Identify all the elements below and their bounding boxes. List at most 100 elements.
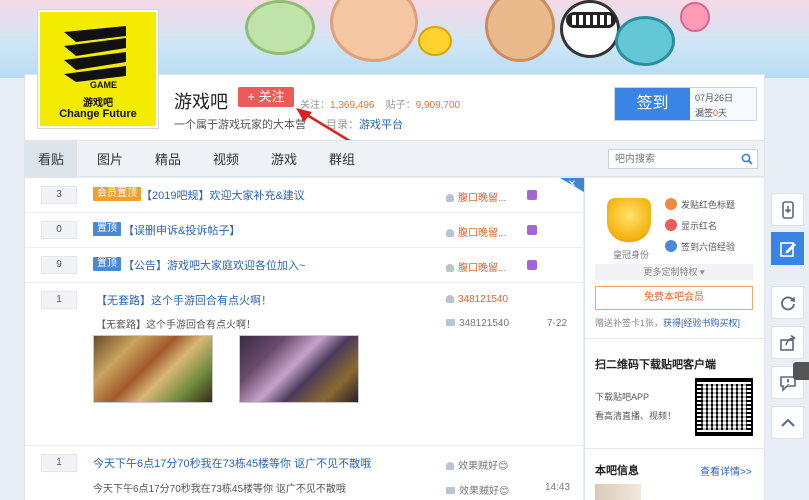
sign-date: 07月26日 <box>695 93 734 103</box>
share-button[interactable] <box>771 326 804 359</box>
member-badge-icon <box>527 225 537 235</box>
thread-tag: 置顶 <box>93 257 121 271</box>
new-post-button[interactable] <box>771 232 804 265</box>
crown-label: 皇冠身份 <box>613 250 650 260</box>
thread-author-name: 效果贼好😊 <box>458 461 509 472</box>
banner-duck <box>418 26 452 56</box>
reply-count: 1 <box>41 454 77 472</box>
banner-cartoon <box>330 0 418 62</box>
phone-download-icon <box>782 201 794 219</box>
thread-author[interactable]: 腹口晚留... <box>446 224 506 239</box>
thread-author-name: 腹口晚留... <box>458 263 507 274</box>
posts-label: 贴子： <box>385 100 416 111</box>
thread-author[interactable]: 腹口晚留... <box>446 259 506 274</box>
refresh-icon <box>781 296 795 311</box>
thread-row[interactable]: 9 置顶 【公告】游戏吧大家庭欢迎各位加入~ 腹口晚留... <box>25 248 584 283</box>
tab-games[interactable]: 游戏 <box>259 141 309 178</box>
exp-boost-icon <box>665 240 677 252</box>
tab-posts[interactable]: 看贴 <box>25 141 77 178</box>
thread-author[interactable]: 腹口晚留... <box>446 189 506 204</box>
qr-title: 扫二维码下载贴吧客户端 <box>595 359 716 371</box>
person-icon <box>446 194 454 202</box>
refresh-button[interactable] <box>771 286 804 319</box>
forum-info-title: 本吧信息 <box>595 465 639 477</box>
thread-author-name: 348121540 <box>458 294 509 305</box>
thread-tag: 置顶 <box>93 222 121 236</box>
thread-row[interactable]: 1 今天下午6点17分70秒我在73栋45楼等你 讴广不见不散哦 效果贼好😊 今… <box>25 446 584 500</box>
logo-mark-icon <box>64 26 126 82</box>
last-reply-name: 效果贼好😊 <box>459 486 510 497</box>
qr-code <box>695 378 753 436</box>
forum-logo[interactable]: GAME 游戏吧 Change Future <box>38 10 158 128</box>
comment-icon <box>446 319 455 326</box>
forum-search <box>608 149 758 169</box>
thread-title[interactable]: 【2019吧规】欢迎大家补充&建议 <box>141 187 305 203</box>
free-vip-button[interactable]: 免费本吧会员 <box>595 286 753 310</box>
thread-abstract: 今天下午6点17分70秒我在73栋45楼等你 讴广不见不散哦 <box>93 484 346 495</box>
person-icon <box>446 229 454 237</box>
forum-name[interactable]: 游戏吧 <box>174 88 228 114</box>
member-badge-icon <box>527 260 537 270</box>
exp-book-link[interactable]: 获得[经验书购买权] <box>663 318 740 328</box>
reply-count: 0 <box>41 221 77 239</box>
banner-cartoon <box>245 0 315 55</box>
download-app-button[interactable] <box>771 193 804 226</box>
perk-label: 签到六倍经验 <box>681 242 736 252</box>
banner-bear <box>485 0 555 62</box>
scroll-handle[interactable] <box>793 362 809 380</box>
sign-in-box: 签到 07月26日 漏签0天 <box>614 87 757 121</box>
last-reply-author[interactable]: 效果贼好😊 <box>446 482 509 497</box>
perk-item: 签到六倍经验 <box>665 240 735 253</box>
sign-streak-label: 漏签 <box>695 108 714 118</box>
thread-title[interactable]: 【误删申诉&投诉帖子】 <box>123 222 240 238</box>
person-icon <box>446 264 454 272</box>
thread-title[interactable]: 今天下午6点17分70秒我在73栋45楼等你 讴广不见不散哦 <box>93 455 371 471</box>
member-badge-icon <box>527 190 537 200</box>
thread-row[interactable]: 0 置顶 【误删申诉&投诉帖子】 腹口晚留... <box>25 213 584 248</box>
follow-button[interactable]: + 关注 <box>238 87 294 107</box>
tab-groups[interactable]: 群组 <box>317 141 367 178</box>
thread-row[interactable]: 3 会员置顶 【2019吧规】欢迎大家补充&建议 腹口晚留... <box>25 178 584 213</box>
tab-videos[interactable]: 视频 <box>201 141 251 178</box>
more-perks-toggle[interactable]: 更多定制特权 ▾ <box>595 264 753 280</box>
back-to-top-button[interactable] <box>771 406 804 439</box>
search-input[interactable] <box>609 150 733 168</box>
thread-title[interactable]: 【无套路】这个手游回合有点火啊！ <box>96 292 272 308</box>
banner-cartoon <box>560 0 620 58</box>
red-name-icon <box>665 219 677 231</box>
qr-desc-line: 看高清直播、视频！ <box>595 411 677 421</box>
person-icon <box>446 462 454 470</box>
tab-images[interactable]: 图片 <box>85 141 135 178</box>
last-reply-author[interactable]: 348121540 <box>446 318 509 329</box>
thread-author[interactable]: 效果贼好😊 <box>446 457 508 472</box>
last-reply-time: 14:43 <box>545 482 571 493</box>
thread-image[interactable] <box>93 335 213 403</box>
last-reply-time: 7-22 <box>547 318 568 329</box>
search-icon[interactable] <box>741 153 753 165</box>
thread-tag: 会员置顶 <box>93 187 141 201</box>
share-icon <box>780 334 796 351</box>
divider <box>585 338 766 339</box>
forum-info-link[interactable]: 查看详情>> <box>700 463 752 478</box>
thread-title[interactable]: 【公告】游戏吧大家庭欢迎各位加入~ <box>123 257 305 273</box>
posts-count: 9,909,700 <box>415 100 461 111</box>
crown-icon <box>607 198 651 242</box>
divider <box>585 448 766 449</box>
thread-row[interactable]: 1 【无套路】这个手游回合有点火啊！ 348121540 【无套路】这个手游回合… <box>25 283 584 446</box>
thread-image[interactable] <box>239 335 359 403</box>
perk-item: 显示红名 <box>665 219 717 232</box>
sign-in-button[interactable]: 签到 <box>615 88 690 120</box>
tab-featured[interactable]: 精品 <box>143 141 193 178</box>
red-title-icon <box>665 198 677 210</box>
perk-label: 发贴红色标题 <box>681 200 736 210</box>
reply-count: 3 <box>41 186 77 204</box>
sign-tip: 赠送补签卡1张，获得[经验书购买权] <box>595 316 740 329</box>
thread-author-name: 腹口晚留... <box>458 228 507 239</box>
perk-label: 显示红名 <box>681 221 718 231</box>
comment-icon <box>446 487 455 494</box>
thread-author[interactable]: 348121540 <box>446 294 508 305</box>
thread-author-name: 腹口晚留... <box>458 193 507 204</box>
logo-cn-text: 游戏吧 <box>83 98 113 109</box>
forum-nav: 看贴 图片 精品 视频 游戏 群组 <box>24 140 765 178</box>
thread-list: 3 会员置顶 【2019吧规】欢迎大家补充&建议 腹口晚留... 0 置顶 【误… <box>24 178 584 500</box>
